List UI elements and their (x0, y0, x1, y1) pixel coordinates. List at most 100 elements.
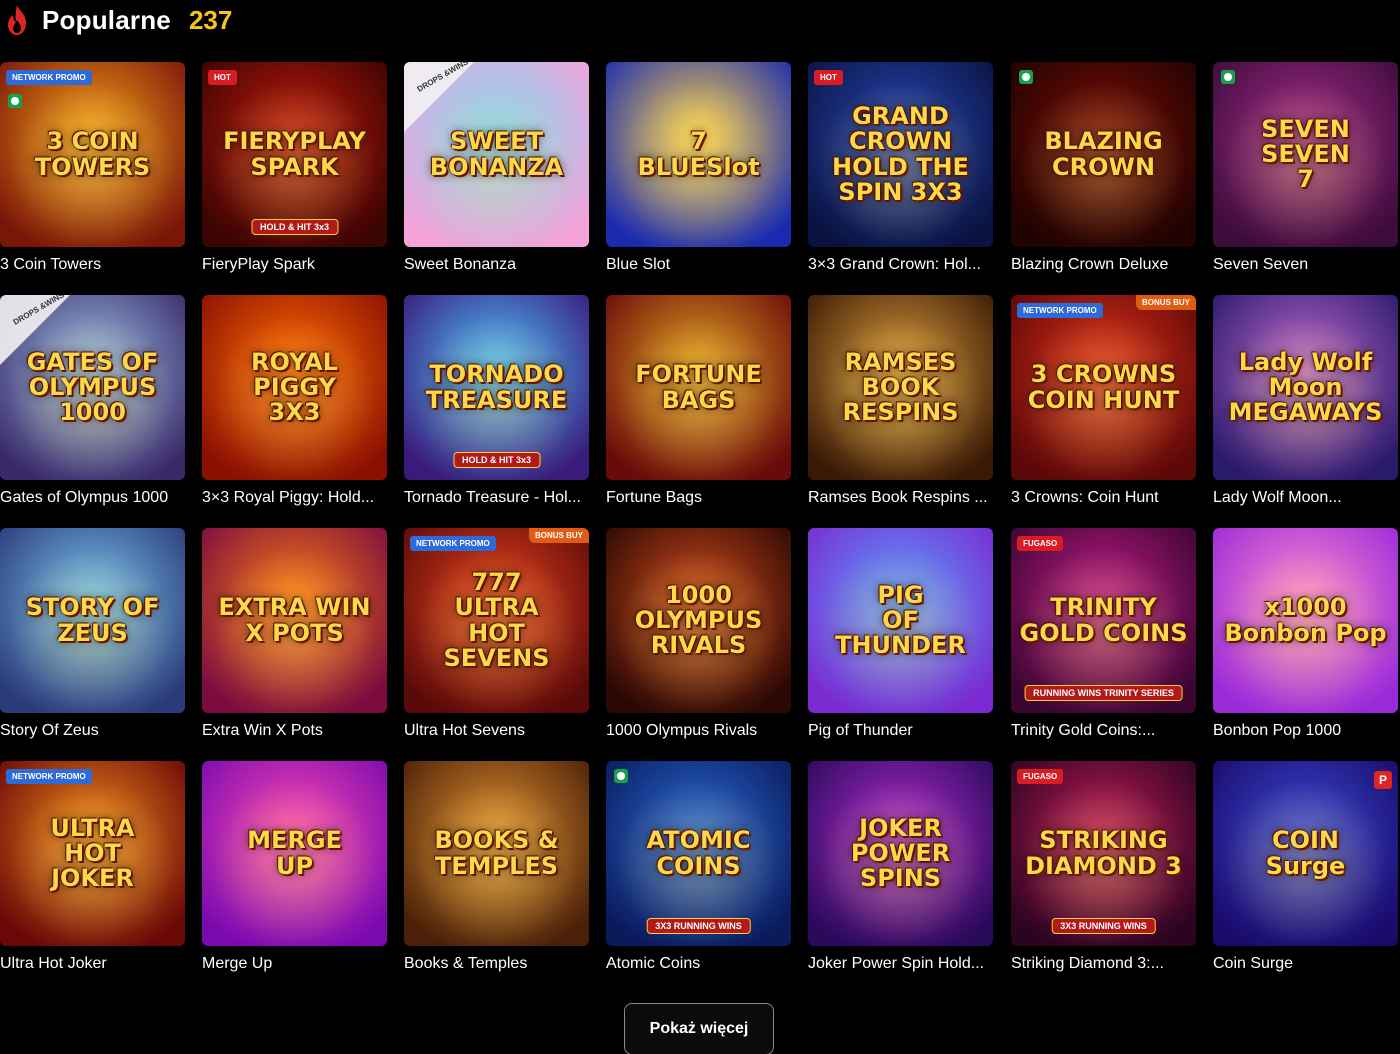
game-title[interactable]: 3×3 Grand Crown: Hol... (808, 256, 993, 274)
game-tile[interactable]: Lady Wolf Moon MEGAWAYS Lady Wolf Moon... (1213, 295, 1398, 507)
game-tile[interactable]: STORY OF ZEUS Story Of Zeus (0, 528, 185, 740)
game-tile[interactable]: GATES OF OLYMPUS 1000 DROPS &WINS Gates of… (0, 295, 185, 507)
game-title[interactable]: Story Of Zeus (0, 722, 185, 740)
game-title[interactable]: Pig of Thunder (808, 722, 993, 740)
game-art-subtitle: 3X3 RUNNING WINS (646, 918, 751, 934)
game-title[interactable]: 3 Coin Towers (0, 256, 185, 274)
game-thumbnail[interactable]: 3 COIN TOWERS NETWORK PROMO (0, 62, 185, 247)
game-title[interactable]: Joker Power Spin Hold... (808, 955, 993, 973)
game-thumbnail[interactable]: 777 ULTRA HOT SEVENS NETWORK PROMO BONUS B… (404, 528, 589, 713)
game-title[interactable]: FieryPlay Spark (202, 256, 387, 274)
game-thumbnail[interactable]: SWEET BONANZA DROPS &WINS (404, 62, 589, 247)
game-thumbnail[interactable]: TRINITY GOLD COINS RUNNING WINS TRINITY S… (1011, 528, 1196, 713)
game-thumbnail[interactable]: BOOKS & TEMPLES (404, 761, 589, 946)
game-title[interactable]: Ultra Hot Sevens (404, 722, 589, 740)
game-tile[interactable]: PIG OF THUNDER Pig of Thunder (808, 528, 993, 740)
game-tile[interactable]: MERGE UP Merge Up (202, 761, 387, 973)
game-title[interactable]: Bonbon Pop 1000 (1213, 722, 1398, 740)
game-thumbnail[interactable]: x1000 Bonbon Pop (1213, 528, 1398, 713)
game-title[interactable]: Trinity Gold Coins:... (1011, 722, 1196, 740)
game-title[interactable]: Sweet Bonanza (404, 256, 589, 274)
game-title[interactable]: Fortune Bags (606, 489, 791, 507)
game-title[interactable]: Blue Slot (606, 256, 791, 274)
game-title[interactable]: Tornado Treasure - Hol... (404, 489, 589, 507)
game-art-title: FORTUNE BAGS (635, 360, 762, 414)
game-title[interactable]: 3×3 Royal Piggy: Hold... (202, 489, 387, 507)
game-thumbnail[interactable]: 1000 OLYMPUS RIVALS (606, 528, 791, 713)
game-tile[interactable]: SEVEN SEVEN 7 Seven Seven (1213, 62, 1398, 274)
game-tile[interactable]: 777 ULTRA HOT SEVENS NETWORK PROMO BONUS B… (404, 528, 589, 740)
game-title[interactable]: 3 Crowns: Coin Hunt (1011, 489, 1196, 507)
game-tile[interactable]: EXTRA WIN X POTS Extra Win X Pots (202, 528, 387, 740)
game-thumbnail[interactable]: JOKER POWER SPINS (808, 761, 993, 946)
game-title[interactable]: Blazing Crown Deluxe (1011, 256, 1196, 274)
game-thumbnail[interactable]: PIG OF THUNDER (808, 528, 993, 713)
game-thumbnail[interactable]: ULTRA HOT JOKER NETWORK PROMO (0, 761, 185, 946)
game-title[interactable]: Ultra Hot Joker (0, 955, 185, 973)
game-tile[interactable]: STRIKING DIAMOND 3 3X3 RUNNING WINS FUGASO… (1011, 761, 1196, 973)
game-title[interactable]: Gates of Olympus 1000 (0, 489, 185, 507)
game-title[interactable]: Striking Diamond 3:... (1011, 955, 1196, 973)
game-art-title: 777 ULTRA HOT SEVENS (443, 568, 550, 672)
game-thumbnail[interactable]: 3 CROWNS COIN HUNT NETWORK PROMO BONUS BUY (1011, 295, 1196, 480)
game-art-title: 1000 OLYMPUS RIVALS (634, 580, 763, 660)
hot-badge: HOT (208, 70, 237, 85)
game-tile[interactable]: RAMSES BOOK RESPINS Ramses Book Respins .… (808, 295, 993, 507)
game-thumbnail[interactable]: ROYAL PIGGY 3X3 (202, 295, 387, 480)
game-title[interactable]: Seven Seven (1213, 256, 1398, 274)
game-thumbnail[interactable]: 7 BLUESlot (606, 62, 791, 247)
game-tile[interactable]: ATOMIC COINS 3X3 RUNNING WINS Atomic Coins (606, 761, 791, 973)
game-thumbnail[interactable]: STRIKING DIAMOND 3 3X3 RUNNING WINS FUGASO (1011, 761, 1196, 946)
game-tile[interactable]: SWEET BONANZA DROPS &WINS Sweet Bonanza (404, 62, 589, 274)
game-art-title: PIG OF THUNDER (835, 580, 966, 660)
game-thumbnail[interactable]: Lady Wolf Moon MEGAWAYS (1213, 295, 1398, 480)
game-title[interactable]: Extra Win X Pots (202, 722, 387, 740)
fire-icon (8, 5, 26, 35)
game-thumbnail[interactable]: GATES OF OLYMPUS 1000 DROPS &WINS (0, 295, 185, 480)
game-tile[interactable]: x1000 Bonbon Pop Bonbon Pop 1000 (1213, 528, 1398, 740)
game-thumbnail[interactable]: BLAZING CROWN (1011, 62, 1196, 247)
game-tile[interactable]: 3 COIN TOWERS NETWORK PROMO 3 Coin Towers (0, 62, 185, 274)
game-thumbnail[interactable]: FIERYPLAY SPARK HOLD & HIT 3x3 HOT (202, 62, 387, 247)
game-art-title: BOOKS & TEMPLES (434, 826, 559, 880)
game-thumbnail[interactable]: TORNADO TREASURE HOLD & HIT 3x3 (404, 295, 589, 480)
game-thumbnail[interactable]: SEVEN SEVEN 7 (1213, 62, 1398, 247)
game-thumbnail[interactable]: MERGE UP (202, 761, 387, 946)
game-tile[interactable]: ULTRA HOT JOKER NETWORK PROMO Ultra Hot Jo… (0, 761, 185, 973)
game-title[interactable]: Atomic Coins (606, 955, 791, 973)
game-tile[interactable]: TORNADO TREASURE HOLD & HIT 3x3 Tornado Tr… (404, 295, 589, 507)
game-thumbnail[interactable]: EXTRA WIN X POTS (202, 528, 387, 713)
game-thumbnail[interactable]: ATOMIC COINS 3X3 RUNNING WINS (606, 761, 791, 946)
game-tile[interactable]: BOOKS & TEMPLES Books & Temples (404, 761, 589, 973)
game-thumbnail[interactable]: STORY OF ZEUS (0, 528, 185, 713)
game-tile[interactable]: FIERYPLAY SPARK HOLD & HIT 3x3 HOT FieryPla… (202, 62, 387, 274)
game-thumbnail[interactable]: FORTUNE BAGS (606, 295, 791, 480)
game-tile[interactable]: FORTUNE BAGS Fortune Bags (606, 295, 791, 507)
game-tile[interactable]: 7 BLUESlot Blue Slot (606, 62, 791, 274)
game-art-title: JOKER POWER SPINS (850, 813, 951, 893)
game-tile[interactable]: GRAND CROWN HOLD THE SPIN 3X3 HOT 3×3 Gran… (808, 62, 993, 274)
game-tile[interactable]: 1000 OLYMPUS RIVALS 1000 Olympus Rivals (606, 528, 791, 740)
game-tile[interactable]: TRINITY GOLD COINS RUNNING WINS TRINITY S… (1011, 528, 1196, 740)
game-tile[interactable]: JOKER POWER SPINS Joker Power Spin Hold..… (808, 761, 993, 973)
game-title[interactable]: Merge Up (202, 955, 387, 973)
game-art-title: ROYAL PIGGY 3X3 (251, 347, 338, 427)
game-art-subtitle: HOLD & HIT 3x3 (452, 452, 541, 468)
game-tile[interactable]: COIN Surge P Coin Surge (1213, 761, 1398, 973)
game-thumbnail[interactable]: RAMSES BOOK RESPINS (808, 295, 993, 480)
game-art-title: ULTRA HOT JOKER (50, 813, 135, 893)
game-title[interactable]: Coin Surge (1213, 955, 1398, 973)
game-title[interactable]: Lady Wolf Moon... (1213, 489, 1398, 507)
show-more-button[interactable]: Pokaż więcej (624, 1003, 774, 1054)
hot-badge: FUGASO (1017, 769, 1064, 784)
game-title[interactable]: Ramses Book Respins ... (808, 489, 993, 507)
game-tile[interactable]: 3 CROWNS COIN HUNT NETWORK PROMO BONUS BUY… (1011, 295, 1196, 507)
game-thumbnail[interactable]: GRAND CROWN HOLD THE SPIN 3X3 HOT (808, 62, 993, 247)
game-title[interactable]: Books & Temples (404, 955, 589, 973)
game-thumbnail[interactable]: COIN Surge P (1213, 761, 1398, 946)
jackpot-icon (1019, 70, 1033, 84)
game-tile[interactable]: BLAZING CROWN Blazing Crown Deluxe (1011, 62, 1196, 274)
game-tile[interactable]: ROYAL PIGGY 3X3 3×3 Royal Piggy: Hold... (202, 295, 387, 507)
game-title[interactable]: 1000 Olympus Rivals (606, 722, 791, 740)
game-art-title: BLAZING CROWN (1044, 127, 1163, 181)
